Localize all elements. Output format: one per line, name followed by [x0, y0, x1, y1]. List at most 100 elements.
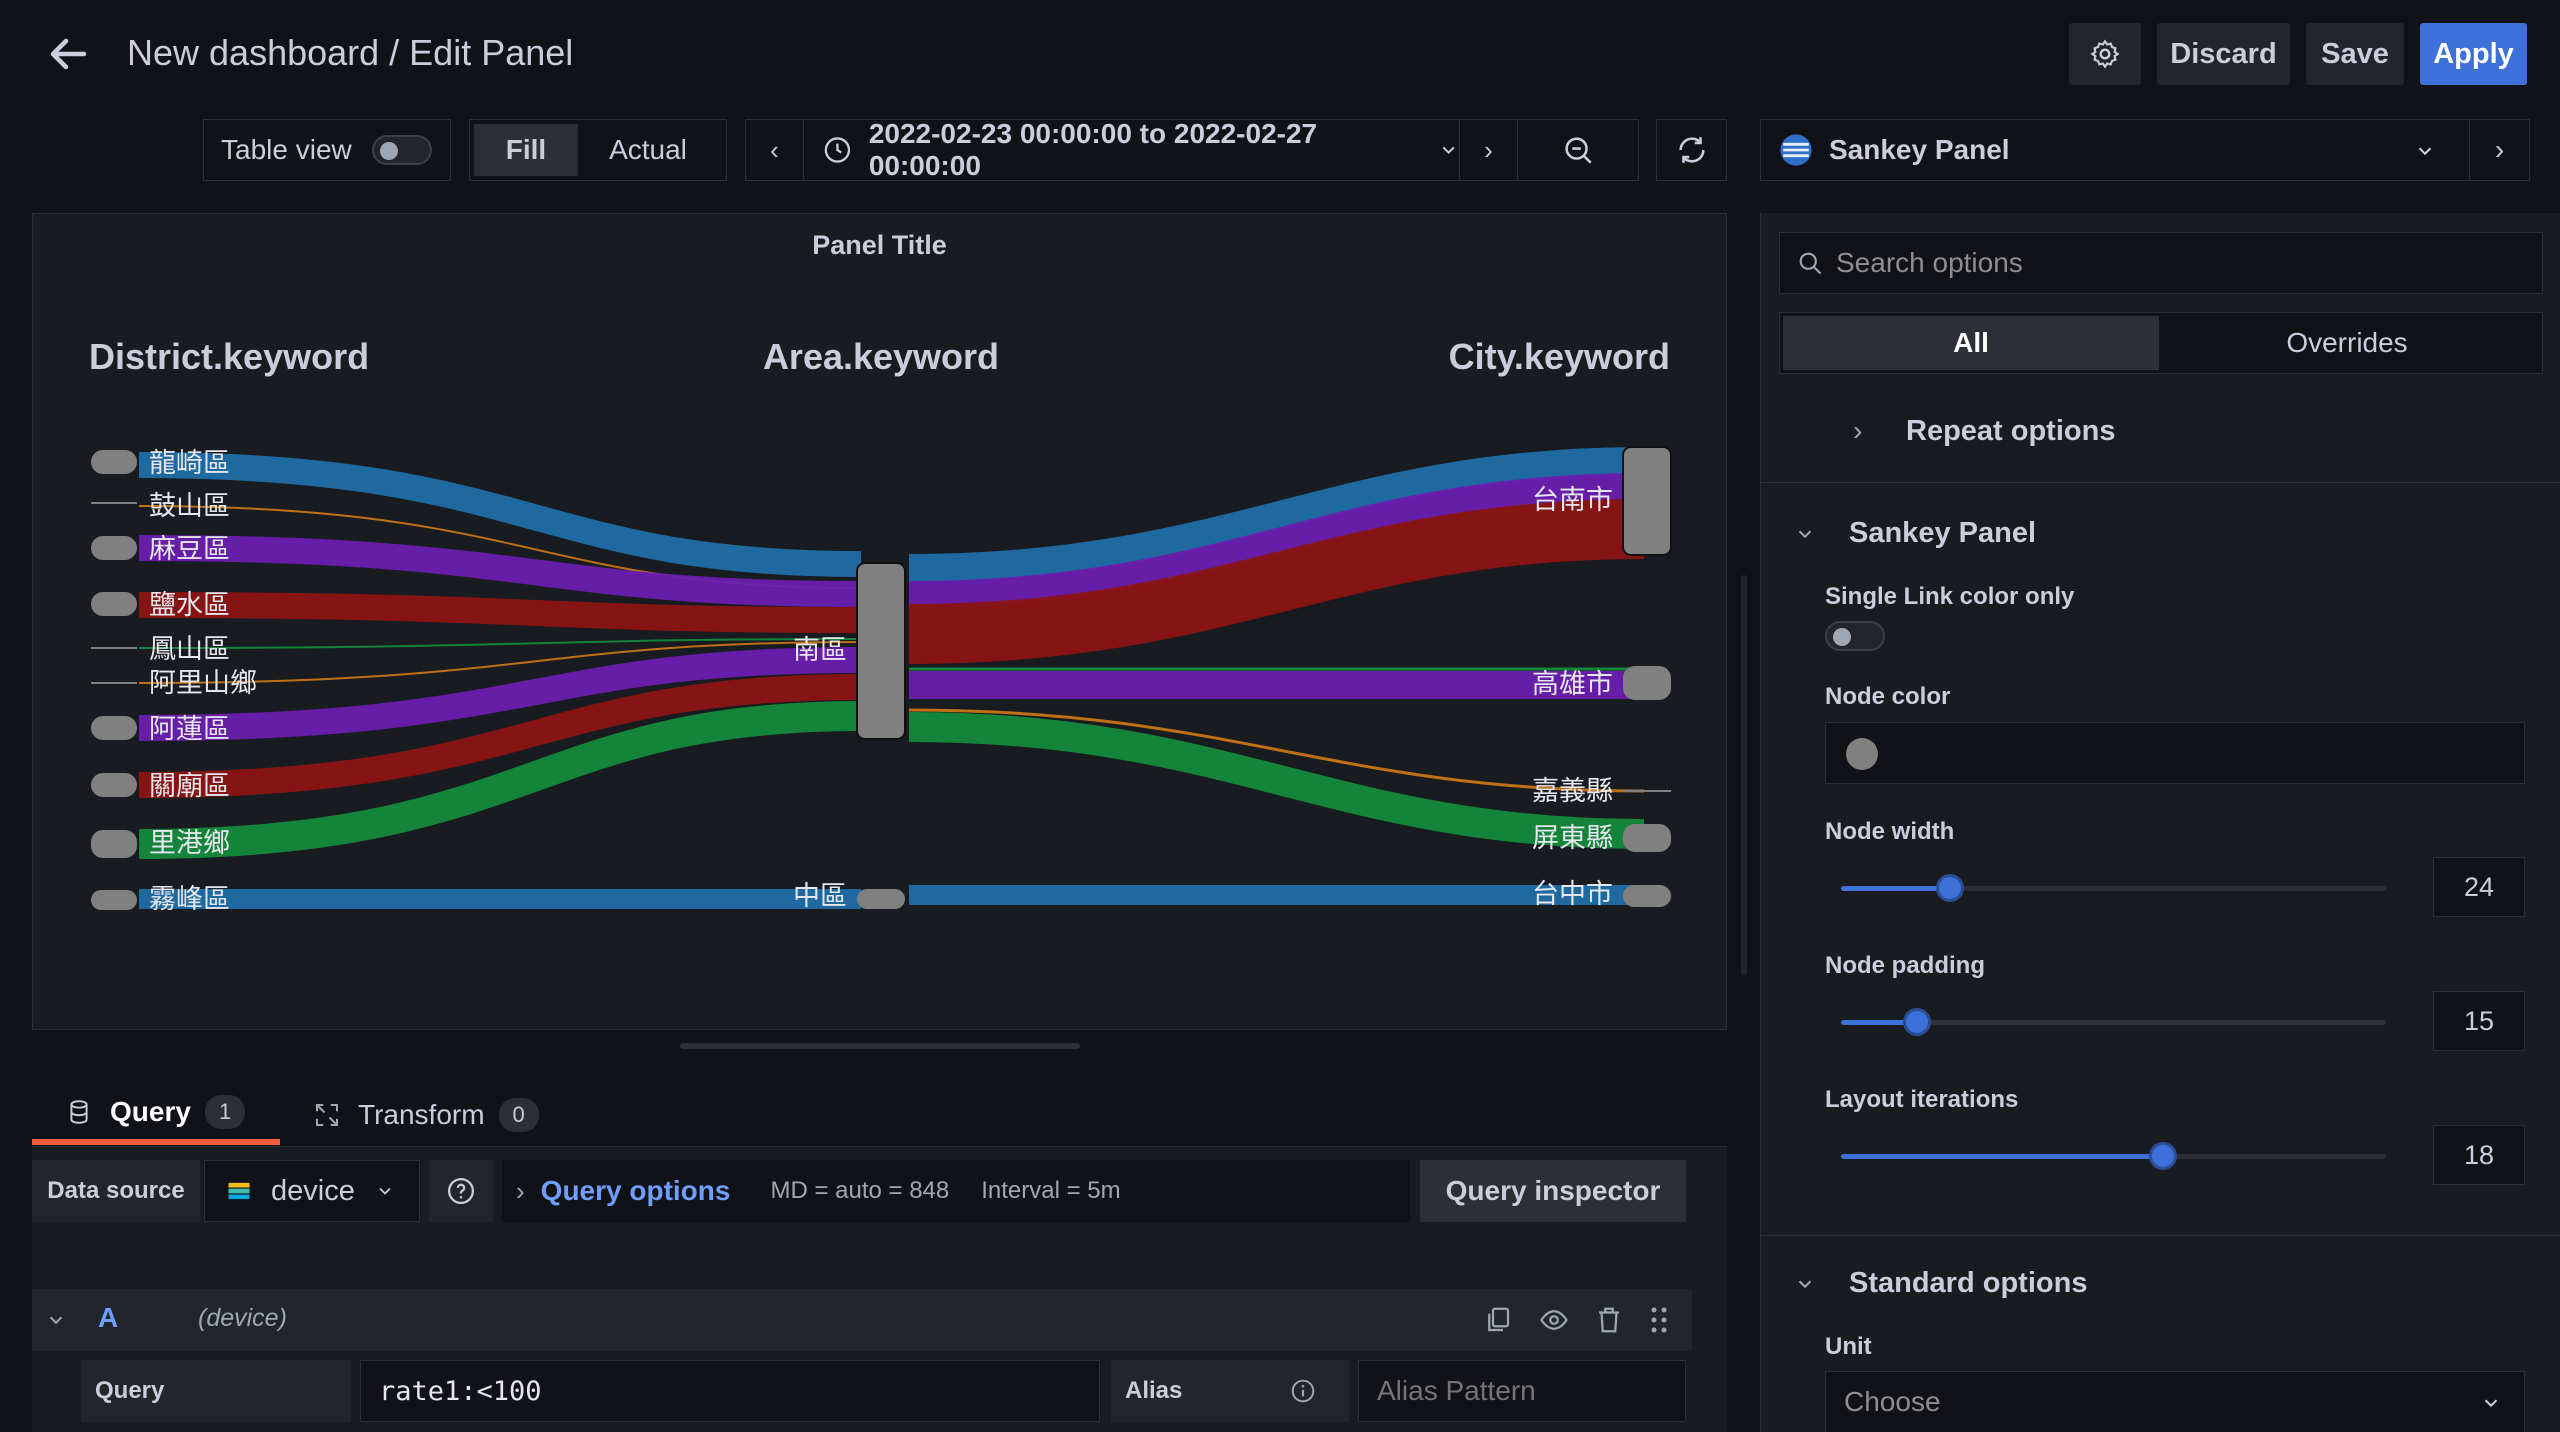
options-pane: Search options All Overrides › Repeat op… — [1760, 213, 2560, 1432]
refresh-icon — [1678, 137, 1705, 163]
tab-transform[interactable]: Transform 0 — [312, 1085, 572, 1145]
data-source-picker[interactable]: device — [204, 1160, 420, 1222]
slider-thumb[interactable] — [2149, 1142, 2177, 1170]
actual-option[interactable]: Actual — [578, 124, 718, 176]
sankey-chart: District.keyword Area.keyword City.keywo… — [89, 336, 1672, 915]
repeat-options-header[interactable]: › Repeat options — [1761, 393, 2560, 483]
node-alian — [91, 716, 137, 740]
node-label-madou: 麻豆區 — [149, 534, 230, 565]
node-padding-slider[interactable] — [1841, 1008, 2386, 1036]
fill-option[interactable]: Fill — [474, 124, 578, 176]
query-options-bar[interactable]: › Query options MD = auto = 848 Interval… — [502, 1160, 1410, 1222]
chevron-down-icon — [2418, 147, 2432, 156]
tab-overrides[interactable]: Overrides — [2159, 316, 2535, 370]
standard-options-header[interactable]: Standard options — [1761, 1253, 2560, 1313]
node-label-wufeng: 霧峰區 — [149, 884, 230, 915]
save-button[interactable]: Save — [2306, 23, 2404, 85]
layout-iterations-slider[interactable] — [1841, 1142, 2386, 1170]
query-input[interactable]: rate1:<100 — [360, 1360, 1100, 1422]
node-color-picker[interactable] — [1825, 722, 2525, 784]
settings-button[interactable] — [2069, 23, 2141, 85]
refresh-button[interactable] — [1656, 119, 1727, 181]
node-label-taichung: 台中市 — [1532, 879, 1613, 910]
page-title: New dashboard / Edit Panel — [127, 32, 574, 73]
node-madou — [91, 536, 137, 560]
table-view-switch[interactable] — [371, 135, 432, 165]
single-link-switch[interactable] — [1825, 621, 1885, 651]
trash-icon[interactable] — [1594, 1305, 1624, 1335]
duplicate-icon[interactable] — [1483, 1305, 1513, 1335]
interval-text: Interval = 5m — [981, 1177, 1121, 1204]
link-yanshui-south — [138, 592, 862, 633]
unit-placeholder: Choose — [1844, 1386, 1941, 1417]
chevron-down-icon — [1798, 530, 1812, 539]
tab-query-label: Query — [110, 1096, 191, 1127]
tab-transform-count: 0 — [498, 1098, 539, 1132]
query-inspector-button[interactable]: Query inspector — [1420, 1160, 1686, 1222]
node-pingtung — [1623, 824, 1671, 852]
time-forward-button[interactable]: › — [1460, 120, 1518, 180]
node-tainan — [1622, 446, 1672, 556]
unit-select[interactable]: Choose — [1825, 1371, 2525, 1432]
node-label-longqi: 龍崎區 — [149, 448, 230, 479]
zoom-out-button[interactable] — [1518, 120, 1638, 180]
node-label-fengshan: 鳳山區 — [149, 634, 230, 665]
chevron-down-icon — [1798, 1280, 1812, 1289]
search-options-field[interactable]: Search options — [1779, 232, 2543, 294]
help-button[interactable] — [429, 1160, 493, 1222]
table-view-toggle-group[interactable]: Table view — [203, 119, 451, 181]
slider-thumb[interactable] — [1936, 874, 1964, 902]
back-arrow-icon[interactable] — [44, 30, 92, 78]
alias-label-text: Alias — [1125, 1377, 1183, 1404]
max-data-points-text: MD = auto = 848 — [770, 1177, 950, 1204]
data-source-label: Data source — [32, 1160, 200, 1222]
node-label-alian: 阿蓮區 — [149, 714, 230, 745]
collapse-query-icon[interactable] — [45, 1309, 67, 1331]
alias-input[interactable] — [1358, 1360, 1686, 1422]
node-gushan — [91, 502, 137, 504]
node-longqi — [91, 450, 137, 474]
query-field-label: Query — [81, 1360, 351, 1422]
time-range-text: 2022-02-23 00:00:00 to 2022-02-27 00:00:… — [868, 118, 1318, 181]
vertical-splitter[interactable] — [1741, 575, 1747, 975]
discard-button[interactable]: Discard — [2157, 23, 2290, 85]
sankey-section-header[interactable]: Sankey Panel — [1761, 503, 2560, 563]
node-kaohsiung — [1623, 666, 1671, 700]
layout-iterations-input[interactable]: 18 — [2433, 1125, 2525, 1185]
node-taichung — [1623, 885, 1671, 907]
node-width-input[interactable]: 24 — [2433, 857, 2525, 917]
panel-preview: Panel Title District.keyword Area.keywor… — [32, 213, 1727, 1030]
chevron-right-icon: › — [516, 1175, 525, 1206]
node-padding-input[interactable]: 15 — [2433, 991, 2525, 1051]
node-padding-label: Node padding — [1825, 952, 1985, 979]
unit-label: Unit — [1825, 1333, 1872, 1360]
tab-query[interactable]: Query 1 — [32, 1085, 280, 1145]
tab-query-count: 1 — [204, 1095, 246, 1129]
tab-all[interactable]: All — [1783, 316, 2159, 370]
horizontal-splitter[interactable] — [680, 1043, 1080, 1049]
node-color-swatch[interactable] — [1846, 738, 1878, 770]
node-ligang — [91, 830, 137, 858]
column-title-area: Area.keyword — [763, 336, 999, 377]
drag-handle-icon[interactable] — [1647, 1305, 1671, 1335]
chevron-down-icon — [2484, 1399, 2498, 1408]
visualization-expand-button[interactable]: › — [2469, 120, 2529, 180]
visualization-picker[interactable]: Sankey Panel › — [1760, 119, 2530, 181]
query-ref-id[interactable]: A — [98, 1302, 118, 1334]
eye-icon[interactable] — [1539, 1305, 1569, 1335]
node-label-guanmiao: 關廟區 — [149, 771, 230, 802]
node-label-ligang: 里港鄉 — [149, 828, 230, 859]
slider-fill — [1841, 1154, 2163, 1159]
divider — [1761, 1235, 2560, 1236]
repeat-options-title: Repeat options — [1906, 415, 2116, 447]
time-range-picker[interactable]: 2022-02-23 00:00:00 to 2022-02-27 00:00:… — [804, 118, 1460, 181]
apply-button[interactable]: Apply — [2420, 23, 2527, 85]
node-width-slider[interactable] — [1841, 874, 2386, 902]
time-range-group: ‹ 2022-02-23 00:00:00 to 2022-02-27 00:0… — [745, 118, 1639, 181]
node-south — [856, 562, 906, 740]
time-back-button[interactable]: ‹ — [746, 120, 804, 180]
search-options-placeholder: Search options — [1836, 247, 2023, 278]
slider-thumb[interactable] — [1903, 1008, 1931, 1036]
node-width-label: Node width — [1825, 818, 1955, 845]
node-fengshan — [91, 647, 137, 649]
